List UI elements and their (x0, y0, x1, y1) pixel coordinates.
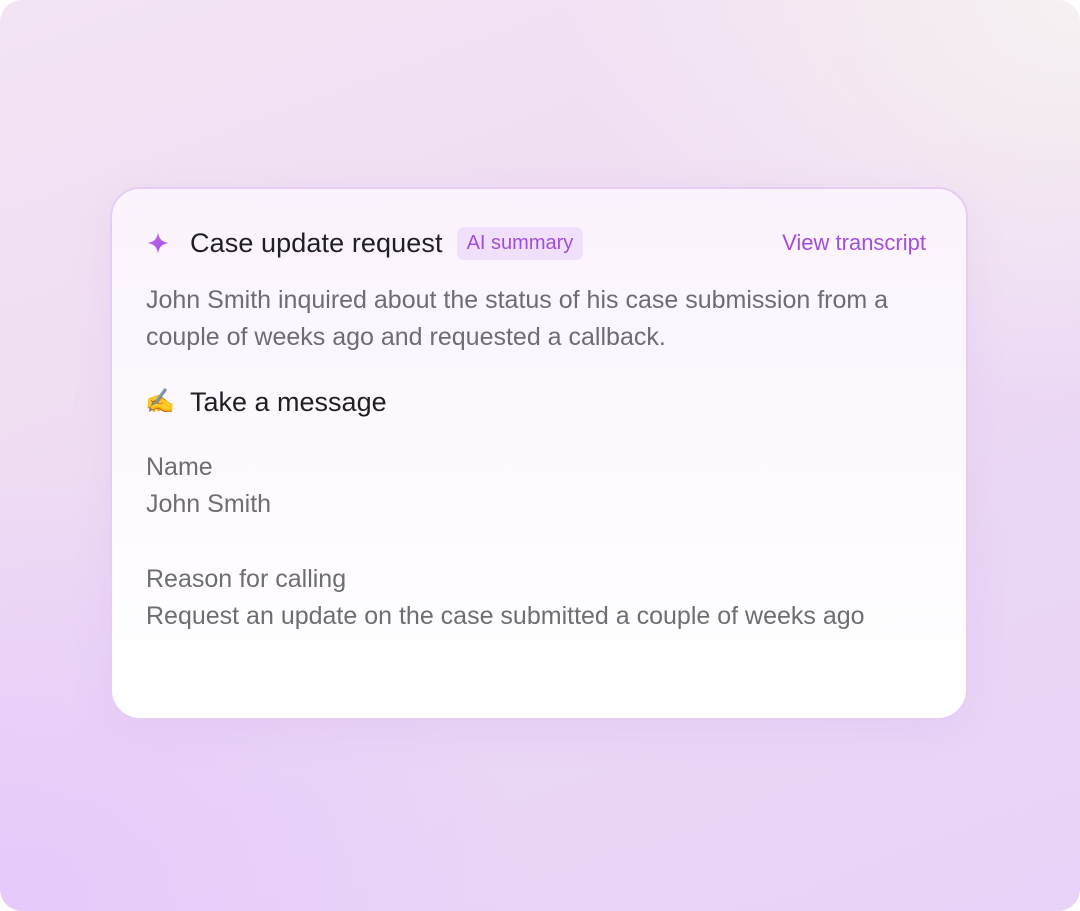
name-value: John Smith (146, 490, 272, 518)
take-message-heading: ✍️ Take a message (145, 382, 387, 422)
name-field: Name John Smith (146, 449, 866, 523)
name-label: Name (146, 453, 213, 481)
summary-text: John Smith inquired about the status of … (146, 286, 889, 351)
section-title: Take a message (190, 386, 387, 417)
card-title: Case update request (190, 227, 443, 258)
page-background: Case update request AI summary View tran… (0, 0, 1080, 911)
call-summary-card: Case update request AI summary View tran… (110, 187, 968, 720)
reason-value: Request an update on the case submitted … (146, 602, 865, 630)
reason-label: Reason for calling (146, 565, 347, 593)
writing-hand-icon: ✍️ (145, 388, 175, 415)
reason-field: Reason for calling Request an update on … (146, 561, 866, 635)
ai-summary-badge: AI summary (456, 226, 584, 260)
sparkle-icon (145, 230, 171, 256)
view-transcript-link[interactable]: View transcript (782, 230, 926, 256)
card-header: Case update request AI summary View tran… (145, 223, 926, 263)
